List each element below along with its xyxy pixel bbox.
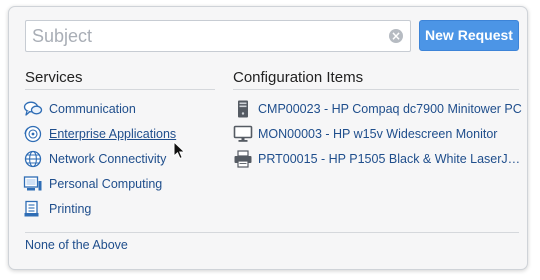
service-item-communication[interactable]: Communication — [23, 96, 176, 121]
document-icon — [24, 200, 39, 216]
config-item-label: PRT00015 - HP P1505 Black & White LaserJ… — [258, 151, 521, 166]
configuration-items-list: CMP00023 - HP Compaq dc7900 Minitower PC… — [233, 96, 522, 171]
computer-icon — [23, 175, 42, 190]
service-item-enterprise-applications[interactable]: Enterprise Applications — [23, 121, 176, 146]
services-divider — [25, 89, 215, 90]
service-item-personal-computing[interactable]: Personal Computing — [23, 171, 176, 196]
clear-icon[interactable]: × — [389, 29, 403, 43]
config-item-mon00003[interactable]: MON00003 - HP w15v Widescreen Monitor — [233, 121, 522, 146]
service-item-printing[interactable]: Printing — [23, 196, 176, 221]
new-request-panel: × New Request Services Configuration Ite… — [8, 6, 528, 270]
configuration-items-divider — [233, 89, 519, 90]
printer-icon — [234, 149, 252, 168]
footer-divider — [25, 232, 519, 233]
monitor-icon — [233, 125, 253, 142]
services-list: Communication Enterprise Applications Ne… — [23, 96, 176, 221]
app-disc-icon — [24, 125, 42, 142]
service-item-label: Communication — [49, 101, 136, 116]
services-heading: Services — [25, 69, 83, 86]
config-item-cmp00023[interactable]: CMP00023 - HP Compaq dc7900 Minitower PC — [233, 96, 522, 121]
none-of-the-above-link[interactable]: None of the Above — [25, 238, 128, 252]
subject-input[interactable] — [26, 21, 376, 51]
configuration-items-heading: Configuration Items — [233, 69, 364, 86]
subject-search-box[interactable]: × — [25, 20, 411, 52]
globe-icon — [24, 150, 42, 167]
chat-bubbles-icon — [23, 101, 43, 116]
service-item-label: Printing — [49, 201, 92, 216]
config-item-prt00015[interactable]: PRT00015 - HP P1505 Black & White LaserJ… — [233, 146, 522, 171]
new-request-button[interactable]: New Request — [419, 20, 519, 51]
service-item-label: Enterprise Applications — [49, 126, 177, 141]
mouse-pointer-icon — [173, 141, 186, 160]
tower-pc-icon — [238, 100, 248, 117]
config-item-label: MON00003 - HP w15v Widescreen Monitor — [258, 126, 498, 141]
service-item-network-connectivity[interactable]: Network Connectivity — [23, 146, 176, 171]
service-item-label: Network Connectivity — [49, 151, 167, 166]
config-item-label: CMP00023 - HP Compaq dc7900 Minitower PC — [258, 101, 522, 116]
service-item-label: Personal Computing — [49, 176, 163, 191]
